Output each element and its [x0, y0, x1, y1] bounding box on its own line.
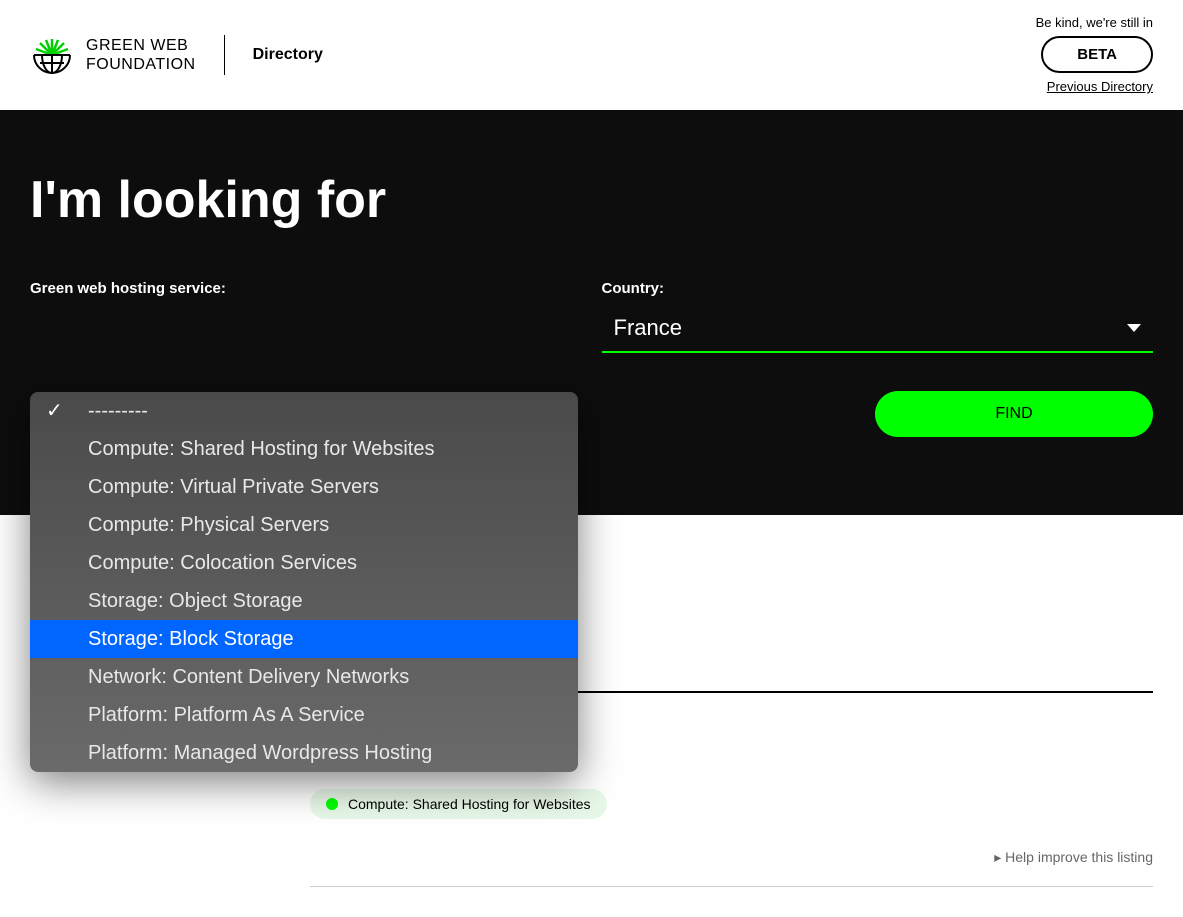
dropdown-item[interactable]: Compute: Colocation Services [30, 544, 578, 582]
country-value: France [614, 315, 682, 341]
service-tag: Compute: Shared Hosting for Websites [310, 789, 607, 819]
header-right: Be kind, we're still in BETA Previous Di… [1036, 15, 1153, 94]
logo-text: GREEN WEB FOUNDATION [86, 36, 196, 74]
dropdown-item[interactable]: Platform: Managed Wordpress Hosting [30, 734, 578, 772]
dropdown-item[interactable]: Storage: Object Storage [30, 582, 578, 620]
find-button[interactable]: FIND [875, 391, 1153, 437]
service-label: Green web hosting service: [30, 280, 582, 297]
dropdown-item[interactable]: Compute: Physical Servers [30, 506, 578, 544]
country-column: Country: France FIND [602, 280, 1154, 437]
green-dot-icon [326, 798, 338, 810]
dropdown-item[interactable]: Network: Content Delivery Networks [30, 658, 578, 696]
tag-label: Compute: Shared Hosting for Websites [348, 796, 591, 812]
dropdown-item[interactable]: --------- [30, 392, 578, 430]
country-select[interactable]: France [602, 307, 1154, 353]
beta-notice-text: Be kind, we're still in [1036, 15, 1153, 30]
green-web-logo-icon [30, 33, 74, 77]
service-dropdown-menu: ---------Compute: Shared Hosting for Web… [30, 392, 578, 772]
page-title: I'm looking for [30, 170, 1153, 230]
dropdown-item[interactable]: Platform: Platform As A Service [30, 696, 578, 734]
dropdown-item[interactable]: Compute: Shared Hosting for Websites [30, 430, 578, 468]
dropdown-item[interactable]: Compute: Virtual Private Servers [30, 468, 578, 506]
dropdown-item[interactable]: Storage: Block Storage [30, 620, 578, 658]
search-section: I'm looking for Green web hosting servic… [0, 110, 1183, 515]
beta-badge[interactable]: BETA [1041, 36, 1153, 73]
help-improve-link[interactable]: Help improve this listing [310, 849, 1153, 866]
country-label: Country: [602, 280, 1154, 297]
logo[interactable]: GREEN WEB FOUNDATION [30, 33, 196, 77]
directory-label[interactable]: Directory [253, 46, 323, 64]
previous-directory-link[interactable]: Previous Directory [1047, 79, 1153, 94]
chevron-down-icon [1127, 324, 1141, 332]
header-divider [224, 35, 225, 75]
header: GREEN WEB FOUNDATION Directory Be kind, … [0, 0, 1183, 110]
